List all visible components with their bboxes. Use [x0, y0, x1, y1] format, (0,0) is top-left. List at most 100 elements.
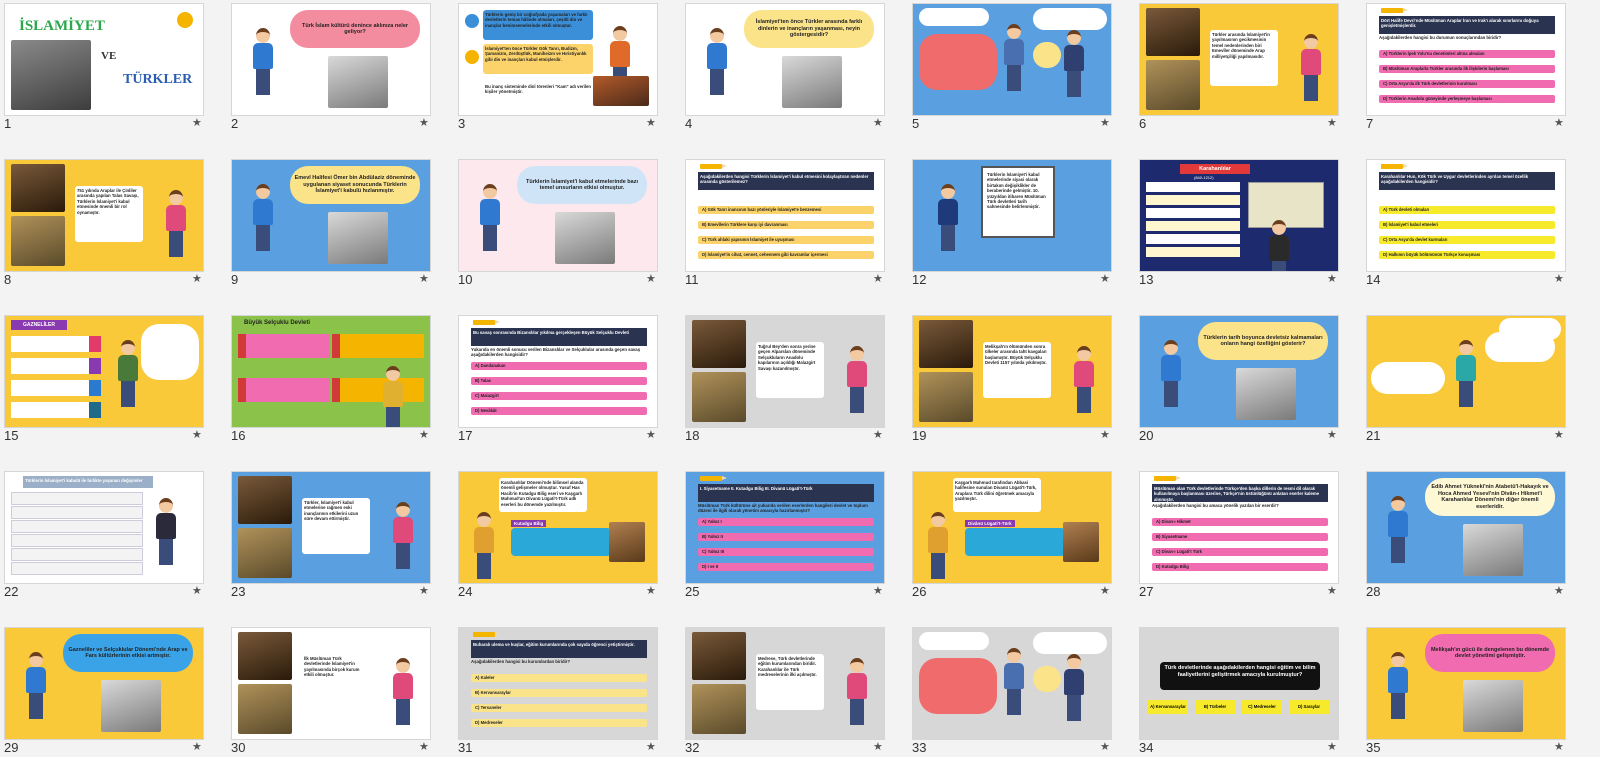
slide-star-icon[interactable]: ★ — [1554, 116, 1564, 129]
answer-option[interactable]: B) Emevîlerin Türklere karşı iyi davranm… — [698, 221, 874, 229]
slide-star-icon[interactable]: ★ — [192, 740, 202, 753]
slide-star-icon[interactable]: ★ — [419, 740, 429, 753]
slide-thumbnail[interactable]: I. Siyasetname II. Kutadgu Bilig III. Di… — [685, 471, 885, 584]
slide-star-icon[interactable]: ★ — [1327, 740, 1337, 753]
slide-thumbnail[interactable]: Tuğrul Bey'den sonra yerine geçen Alpars… — [685, 315, 885, 428]
slide-star-icon[interactable]: ★ — [419, 272, 429, 285]
slide-star-icon[interactable]: ★ — [419, 428, 429, 441]
answer-option[interactable]: B) Siyasetname — [1152, 533, 1328, 541]
slide-star-icon[interactable]: ★ — [192, 584, 202, 597]
answer-option[interactable]: C) Tersaneler — [471, 704, 647, 712]
slide-thumbnail[interactable] — [1366, 315, 1566, 428]
answer-option[interactable]: A) Kaleler — [471, 674, 647, 682]
slide-thumbnail[interactable]: Türkler arasında İslamiyet'in yayılmasın… — [1139, 3, 1339, 116]
answer-option[interactable]: B) Yalnız II — [698, 533, 874, 541]
slide-thumbnail[interactable]: Karahanlılar Dönemi'nde bilimsel alanda … — [458, 471, 658, 584]
slide-thumbnail[interactable] — [912, 627, 1112, 740]
answer-option[interactable]: A) Türklerin İpek Yolu'nu denetimleri al… — [1379, 50, 1555, 58]
slide-star-icon[interactable]: ★ — [873, 116, 883, 129]
slide-thumbnail[interactable]: Türk devletlerinde aşağıdakilerden hangi… — [1139, 627, 1339, 740]
answer-option[interactable]: B) Müslüman Araplarla Türkler arasında i… — [1379, 65, 1555, 73]
answer-option[interactable]: C) Orta Asya'da ilk Türk devletlerinin k… — [1379, 80, 1555, 88]
slide-star-icon[interactable]: ★ — [192, 272, 202, 285]
slide-star-icon[interactable]: ★ — [646, 428, 656, 441]
slide-thumbnail[interactable]: Aşağıdakilerden hangisi Türklerin İslami… — [685, 159, 885, 272]
slide-thumbnail[interactable]: Edib Ahmet Yüknekî'nin Atabetü'l-Hakayık… — [1366, 471, 1566, 584]
slide-thumbnail[interactable]: Türk İslam kültürü denince aklınıza nele… — [231, 3, 431, 116]
slide-thumbnail[interactable]: GAZNELİLER — [4, 315, 204, 428]
slide-star-icon[interactable]: ★ — [646, 272, 656, 285]
answer-option[interactable]: C) Medreseler — [1242, 700, 1282, 714]
answer-option[interactable]: C) Divan-ı Lügati't Türk — [1152, 548, 1328, 556]
slide-star-icon[interactable]: ★ — [646, 584, 656, 597]
slide-thumbnail[interactable]: Melikşah'ın gücü ile dengelenen bu dönem… — [1366, 627, 1566, 740]
slide-thumbnail[interactable]: Türklerin İslamiyet'i kabul etmelerinde … — [458, 159, 658, 272]
slide-thumbnail[interactable] — [912, 3, 1112, 116]
answer-option[interactable]: D) Kutadgu Bilig — [1152, 563, 1328, 571]
answer-option[interactable]: B) İslamiyet'i kabul etmeleri — [1379, 221, 1555, 229]
slide-thumbnail[interactable]: Emevî Halifesi Ömer bin Abdülaziz dönemi… — [231, 159, 431, 272]
slide-star-icon[interactable]: ★ — [1100, 428, 1110, 441]
slide-star-icon[interactable]: ★ — [1100, 584, 1110, 597]
answer-option[interactable]: D) İslamiyet'in cihat, cennet, cehennem … — [698, 251, 874, 259]
slide-star-icon[interactable]: ★ — [419, 116, 429, 129]
slide-thumbnail[interactable]: Türklerin İslamiyet'i kabul etmelerinde … — [912, 159, 1112, 272]
slide-thumbnail[interactable]: Türklerin geniş bir coğrafyada yaşamalar… — [458, 3, 658, 116]
slide-star-icon[interactable]: ★ — [1554, 272, 1564, 285]
slide-thumbnail[interactable]: Buharalı ulema ve kuşlar, eğitim kurumla… — [458, 627, 658, 740]
slide-star-icon[interactable]: ★ — [1327, 584, 1337, 597]
answer-option[interactable]: D) Nevâkât — [471, 407, 647, 415]
slide-star-icon[interactable]: ★ — [873, 428, 883, 441]
slide-star-icon[interactable]: ★ — [192, 116, 202, 129]
answer-option[interactable]: A) Dandanakan — [471, 362, 647, 370]
slide-thumbnail[interactable]: 751 yılında Araplar ile Çinliler arasınd… — [4, 159, 204, 272]
slide-star-icon[interactable]: ★ — [873, 584, 883, 597]
slide-thumbnail[interactable]: Bu savaş sonrasında Bizanslılar yıkılma … — [458, 315, 658, 428]
slide-star-icon[interactable]: ★ — [192, 428, 202, 441]
answer-option[interactable]: C) Yalnız III — [698, 548, 874, 556]
slide-thumbnail[interactable]: Müslüman olan Türk devletlerinde Türkçe'… — [1139, 471, 1339, 584]
slide-thumbnail[interactable]: İlk Müslüman Türk devletlerinde İslamiye… — [231, 627, 431, 740]
slide-thumbnail[interactable]: Büyük Selçuklu Devleti — [231, 315, 431, 428]
slide-star-icon[interactable]: ★ — [1327, 428, 1337, 441]
answer-option[interactable]: A) Yalnız I — [698, 518, 874, 526]
answer-option[interactable]: B) Talas — [471, 377, 647, 385]
answer-option[interactable]: A) Türk devleti olmaları — [1379, 206, 1555, 214]
slide-star-icon[interactable]: ★ — [419, 584, 429, 597]
slide-star-icon[interactable]: ★ — [1327, 116, 1337, 129]
slide-thumbnail[interactable]: Karahanlılar (840-1212) — [1139, 159, 1339, 272]
slide-thumbnail[interactable]: Karahanlılar Hun, Kök Türk ve Uygur devl… — [1366, 159, 1566, 272]
slide-star-icon[interactable]: ★ — [873, 272, 883, 285]
answer-option[interactable]: C) Türk ahlaki yapısının İslamiyet ile u… — [698, 236, 874, 244]
slide-star-icon[interactable]: ★ — [873, 740, 883, 753]
slide-thumbnail[interactable]: İSLAMİYET VE TÜRKLER — [4, 3, 204, 116]
slide-thumbnail[interactable]: Melikşah'ın ölümünden sonra ülkeler aras… — [912, 315, 1112, 428]
answer-option[interactable]: C) Malazgirt — [471, 392, 647, 400]
slide-thumbnail[interactable]: Kaşgarlı Mahmud tarafından Abbasi halife… — [912, 471, 1112, 584]
answer-option[interactable]: D) Türklerin Anadolu güneyinde yerleşmey… — [1379, 95, 1555, 103]
slide-star-icon[interactable]: ★ — [1100, 116, 1110, 129]
answer-option[interactable]: C) Orta Asya'da devlet kurmaları — [1379, 236, 1555, 244]
answer-option[interactable]: B) Kervansaraylar — [471, 689, 647, 697]
slide-thumbnail[interactable]: İslamiyet'ten önce Türkler arasında fark… — [685, 3, 885, 116]
answer-option[interactable]: A) Divan-ı Hikmet — [1152, 518, 1328, 526]
slide-star-icon[interactable]: ★ — [1100, 272, 1110, 285]
slide-thumbnail[interactable]: Dört Halife Devri'nde Müslüman Araplar İ… — [1366, 3, 1566, 116]
slide-star-icon[interactable]: ★ — [1554, 584, 1564, 597]
slide-star-icon[interactable]: ★ — [1327, 272, 1337, 285]
slide-thumbnail[interactable]: Türklerin İslamiyet'i kabulü ile birlikt… — [4, 471, 204, 584]
slide-star-icon[interactable]: ★ — [646, 740, 656, 753]
answer-option[interactable]: A) Kervansaraylar — [1148, 700, 1188, 714]
answer-option[interactable]: D) Medreseler — [471, 719, 647, 727]
slide-thumbnail[interactable]: Medrese, Türk devletlerinde eğitim kurum… — [685, 627, 885, 740]
slide-star-icon[interactable]: ★ — [1554, 740, 1564, 753]
answer-option[interactable]: D) I ve II — [698, 563, 874, 571]
slide-star-icon[interactable]: ★ — [1100, 740, 1110, 753]
slide-star-icon[interactable]: ★ — [1554, 428, 1564, 441]
answer-option[interactable]: A) Gök Tanrı inancının bazı yönleriyle İ… — [698, 206, 874, 214]
answer-option[interactable]: B) Türbeler — [1195, 700, 1235, 714]
answer-option[interactable]: D) Halkının büyük bölümünün Türkçe konuş… — [1379, 251, 1555, 259]
slide-star-icon[interactable]: ★ — [646, 116, 656, 129]
answer-option[interactable]: D) Saraylar — [1289, 700, 1329, 714]
slide-thumbnail[interactable]: Gazneliler ve Selçuklular Dönemi'nde Ara… — [4, 627, 204, 740]
